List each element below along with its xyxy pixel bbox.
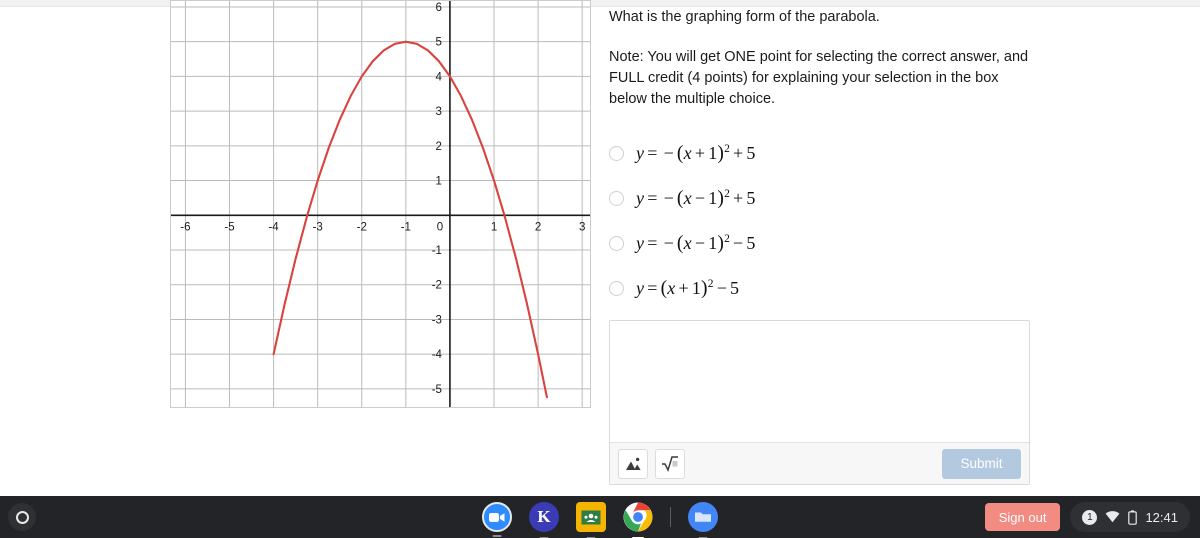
kami-letter-icon: K bbox=[537, 507, 551, 526]
answer-card: Submit bbox=[609, 320, 1030, 485]
image-icon bbox=[625, 457, 641, 470]
svg-text:-3: -3 bbox=[313, 221, 323, 233]
shelf-icon-chrome[interactable] bbox=[623, 502, 653, 532]
insert-image-button[interactable] bbox=[618, 448, 648, 479]
submit-button[interactable]: Submit bbox=[942, 448, 1021, 479]
choice-label-a: y = − (x +1)2 +5 bbox=[636, 142, 756, 164]
parabola-graph: -6 -5 -4 -3 -2 -1 1 2 3 0 6 5 4 3 2 1 -1 -2 -3 -4 -5 bbox=[170, 0, 591, 408]
sign-out-button[interactable]: Sign out bbox=[984, 503, 1061, 531]
choice-option-a[interactable]: y = − (x +1)2 +5 bbox=[609, 131, 1039, 176]
choice-label-b: y = − (x −1)2 +5 bbox=[636, 187, 756, 209]
svg-text:0: 0 bbox=[437, 221, 443, 233]
svg-text:4: 4 bbox=[436, 71, 443, 83]
choice-label-c: y = − (x −1)2−5 bbox=[636, 232, 756, 254]
svg-text:-1: -1 bbox=[401, 221, 411, 233]
radio-button-a[interactable] bbox=[609, 146, 624, 162]
svg-text:1: 1 bbox=[436, 176, 442, 188]
chromebook-screen: -6 -5 -4 -3 -2 -1 1 2 3 0 6 5 4 3 2 1 -1 -2 -3 -4 -5 What is… bbox=[0, 0, 1200, 538]
notification-badge: 1 bbox=[1082, 509, 1098, 525]
graph-svg: -6 -5 -4 -3 -2 -1 1 2 3 0 6 5 4 3 2 1 -1 -2 -3 -4 -5 bbox=[170, 0, 591, 408]
classroom-icon bbox=[581, 510, 601, 524]
choice-option-c[interactable]: y = − (x −1)2−5 bbox=[609, 221, 1039, 266]
question-panel: What is the graphing form of the parabol… bbox=[609, 0, 1039, 311]
svg-text:-1: -1 bbox=[432, 245, 442, 257]
svg-text:-3: -3 bbox=[432, 314, 442, 326]
shelf-separator bbox=[670, 507, 671, 527]
svg-text:-5: -5 bbox=[432, 384, 442, 396]
square-root-icon bbox=[662, 456, 678, 472]
svg-text:2: 2 bbox=[436, 141, 442, 153]
shelf-icon-kami[interactable]: K bbox=[529, 502, 559, 532]
svg-text:3: 3 bbox=[579, 221, 585, 233]
launcher-button[interactable] bbox=[8, 503, 36, 531]
svg-text:2: 2 bbox=[535, 221, 541, 233]
choice-option-b[interactable]: y = − (x −1)2 +5 bbox=[609, 176, 1039, 221]
battery-icon bbox=[1128, 509, 1138, 525]
choice-list: y = − (x +1)2 +5 y = − (x −1)2 +5 y = − (x −1)2−5 y = (x… bbox=[609, 131, 1039, 311]
svg-text:3: 3 bbox=[436, 106, 442, 118]
answer-toolbar: Submit bbox=[610, 442, 1029, 484]
choice-option-d[interactable]: y = (x +1)2−5 bbox=[609, 266, 1039, 311]
radio-button-b[interactable] bbox=[609, 191, 624, 207]
chromeos-shelf: K Sign out 1 12:41 bbox=[0, 496, 1200, 538]
radio-button-d[interactable] bbox=[609, 281, 624, 297]
svg-text:-2: -2 bbox=[432, 280, 442, 292]
shelf-icon-zoom[interactable] bbox=[482, 502, 512, 532]
launcher-circle-icon bbox=[15, 510, 29, 524]
svg-text:-4: -4 bbox=[432, 349, 443, 361]
svg-text:-2: -2 bbox=[357, 221, 367, 233]
shelf-icon-files[interactable] bbox=[688, 502, 718, 532]
svg-text:-6: -6 bbox=[180, 221, 190, 233]
svg-text:6: 6 bbox=[436, 2, 442, 14]
shelf-status-area: Sign out 1 12:41 bbox=[984, 502, 1190, 532]
question-note: Note: You will get ONE point for selecti… bbox=[609, 49, 1029, 108]
svg-text:-5: -5 bbox=[224, 221, 234, 233]
radio-button-c[interactable] bbox=[609, 236, 624, 252]
explanation-textarea[interactable] bbox=[610, 321, 1029, 443]
shelf-icon-google-classroom[interactable] bbox=[576, 502, 606, 532]
video-camera-icon bbox=[489, 512, 505, 522]
svg-text:-4: -4 bbox=[268, 221, 279, 233]
chrome-icon bbox=[623, 502, 653, 532]
svg-text:5: 5 bbox=[436, 37, 442, 49]
question-prompt: What is the graphing form of the parabol… bbox=[609, 9, 880, 25]
status-tray[interactable]: 1 12:41 bbox=[1070, 502, 1190, 532]
choice-label-d: y = (x +1)2−5 bbox=[636, 277, 740, 299]
clock-label: 12:41 bbox=[1145, 509, 1178, 525]
folder-icon bbox=[695, 512, 711, 522]
svg-text:1: 1 bbox=[491, 221, 497, 233]
insert-equation-button[interactable] bbox=[655, 448, 685, 479]
wifi-icon bbox=[1106, 511, 1120, 523]
